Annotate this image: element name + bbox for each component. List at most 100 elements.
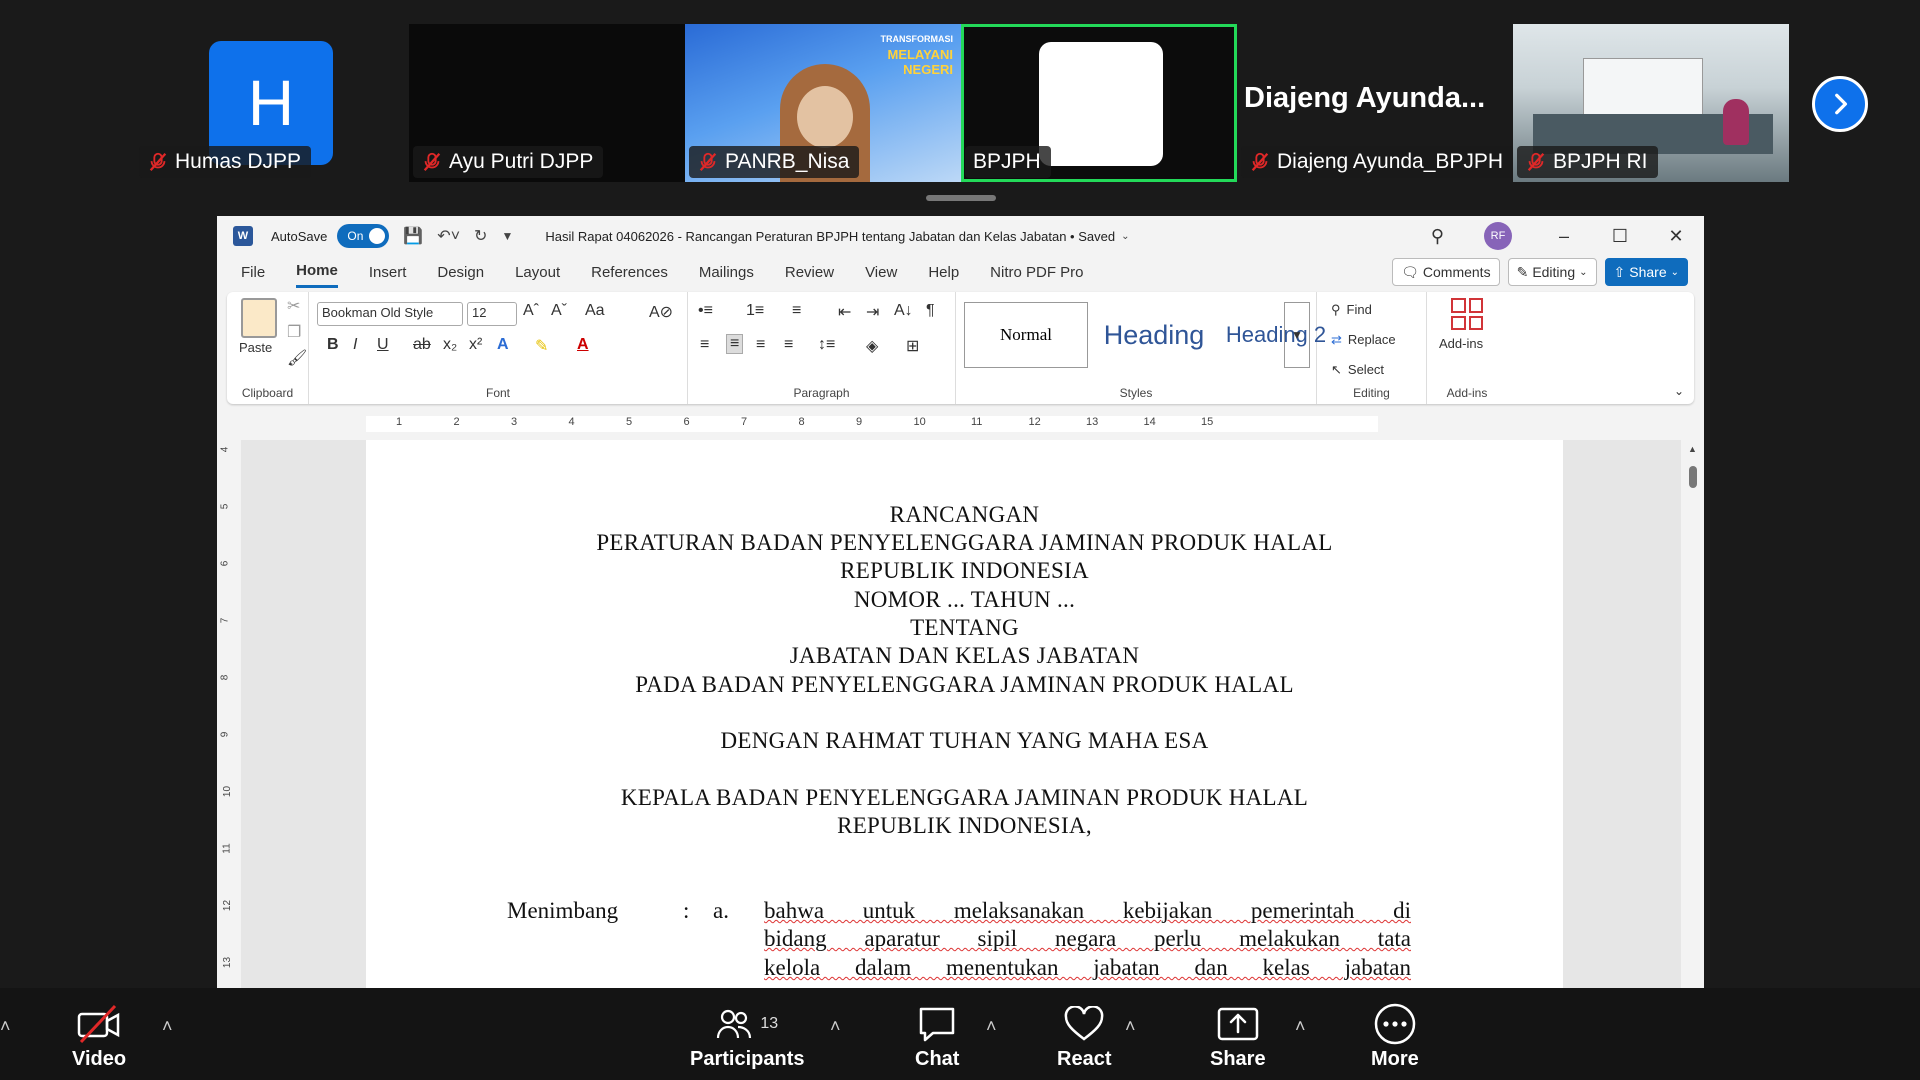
vruler-number: 6 — [219, 560, 231, 567]
save-icon[interactable]: 💾 — [403, 226, 423, 246]
participant-tile-bpjph-active-speaker[interactable]: BPJPH — [961, 24, 1237, 182]
tab-help[interactable]: Help — [928, 258, 959, 287]
numbering-icon[interactable]: 1≡ — [746, 302, 764, 320]
customize-toolbar-icon[interactable]: ▼ — [501, 229, 513, 243]
chevron-up-icon[interactable]: ˄ — [1125, 1016, 1136, 1037]
autosave-toggle[interactable]: On — [337, 224, 390, 248]
tab-mailings[interactable]: Mailings — [699, 258, 754, 287]
grow-font-icon[interactable]: Aˆ — [523, 302, 539, 320]
bold-icon[interactable]: B — [327, 336, 339, 354]
comments-button[interactable]: 🗨 Comments — [1392, 258, 1500, 286]
tab-design[interactable]: Design — [437, 258, 484, 287]
scroll-up-icon[interactable]: ▲ — [1688, 444, 1697, 454]
tab-file[interactable]: File — [241, 258, 265, 287]
change-case-icon[interactable]: Aa — [585, 302, 605, 320]
chevron-up-icon[interactable]: ˄ — [162, 1016, 173, 1037]
sort-icon[interactable]: A↓ — [894, 302, 913, 320]
show-marks-icon[interactable]: ¶ — [926, 302, 935, 320]
redo-icon[interactable]: ↻ — [474, 226, 487, 246]
text-effects-icon[interactable]: A — [497, 336, 509, 354]
chevron-up-icon[interactable]: ˄ — [986, 1016, 997, 1037]
home-ribbon: Paste ✂ ❐ 🖌 Clipboard Bookman Old Style … — [227, 292, 1694, 404]
horizontal-ruler[interactable]: 1 2 3 4 5 6 7 8 9 10 11 12 13 14 15 — [217, 412, 1704, 436]
share-button[interactable]: ⇧ Share ⌄ — [1604, 258, 1688, 286]
participant-tile-panrb[interactable]: TRANSFORMASI MELAYANI NEGERI PANRB_Nisa — [685, 24, 961, 182]
font-size-select[interactable]: 12 — [467, 302, 517, 326]
align-center-icon[interactable]: ≡ — [726, 334, 744, 354]
tab-references[interactable]: References — [591, 258, 668, 287]
chat-button[interactable]: Chat — [915, 1000, 959, 1071]
paste-button-label[interactable]: Paste — [239, 340, 272, 355]
undo-icon[interactable]: ↶˅ — [437, 226, 460, 246]
scrollbar-thumb[interactable] — [1689, 466, 1697, 488]
participants-button[interactable]: 13 Participants — [690, 1000, 804, 1071]
next-page-button[interactable] — [1812, 76, 1868, 132]
multilevel-list-icon[interactable]: ≡ — [792, 302, 801, 320]
zoom-meeting-window: H Humas DJPP Ayu Putri DJPP TRANSFORMASI… — [0, 0, 1920, 1080]
more-button[interactable]: More — [1371, 1000, 1419, 1071]
participant-tile-diajeng[interactable]: Diajeng Ayunda... Diajeng Ayunda_BPJPH — [1237, 24, 1513, 182]
maximize-icon[interactable]: ☐ — [1592, 226, 1648, 247]
highlight-icon[interactable]: ✎ — [535, 336, 548, 356]
chevron-up-icon[interactable]: ˄ — [1295, 1016, 1306, 1037]
style-normal[interactable]: Normal — [964, 302, 1088, 368]
close-icon[interactable]: ✕ — [1648, 226, 1704, 247]
font-name-select[interactable]: Bookman Old Style — [317, 302, 463, 326]
underline-icon[interactable]: U — [377, 336, 389, 354]
chevron-up-icon[interactable]: ˄ — [0, 1016, 11, 1037]
participant-tile-ayu[interactable]: Ayu Putri DJPP — [409, 24, 685, 182]
minimize-icon[interactable]: – — [1536, 226, 1592, 247]
align-right-icon[interactable]: ≡ — [756, 336, 765, 354]
gallery-resize-handle[interactable] — [926, 195, 996, 201]
italic-icon[interactable]: I — [353, 336, 357, 354]
document-page[interactable]: RANCANGAN PERATURAN BADAN PENYELENGGARA … — [366, 440, 1563, 988]
paste-icon[interactable] — [241, 298, 277, 338]
find-button[interactable]: ⚲ Find — [1331, 302, 1372, 318]
tab-review[interactable]: Review — [785, 258, 834, 287]
select-button[interactable]: ↖ Select — [1331, 362, 1384, 378]
replace-button[interactable]: ⇄ Replace — [1331, 332, 1396, 348]
tab-layout[interactable]: Layout — [515, 258, 560, 287]
addins-icon[interactable] — [1451, 298, 1483, 330]
line-spacing-icon[interactable]: ↕≡ — [818, 336, 835, 354]
shrink-font-icon[interactable]: Aˇ — [551, 302, 567, 320]
clear-formatting-icon[interactable]: A⊘ — [649, 302, 673, 322]
style-heading[interactable]: Heading — [1092, 302, 1216, 368]
video-button[interactable]: Video — [72, 1000, 126, 1071]
font-color-icon[interactable]: A — [577, 336, 589, 354]
vertical-scrollbar[interactable]: ▲ — [1681, 440, 1704, 988]
decrease-indent-icon[interactable]: ⇤ — [838, 302, 851, 322]
tab-nitro[interactable]: Nitro PDF Pro — [990, 258, 1083, 287]
user-avatar[interactable]: RF — [1484, 222, 1512, 250]
shading-icon[interactable]: ◈ — [866, 336, 878, 356]
align-left-icon[interactable]: ≡ — [700, 336, 709, 354]
editing-mode-button[interactable]: ✎ Editing ⌄ — [1507, 258, 1597, 286]
tab-home[interactable]: Home — [296, 256, 338, 288]
chevron-up-icon[interactable]: ˄ — [830, 1016, 841, 1037]
collapse-ribbon-icon[interactable]: ⌄ — [1674, 384, 1684, 398]
strikethrough-icon[interactable]: ab — [413, 336, 431, 354]
superscript-icon[interactable]: x² — [469, 336, 482, 354]
document-title[interactable]: Hasil Rapat 04062026 - Rancangan Peratur… — [545, 229, 1115, 244]
search-icon[interactable]: ⚲ — [1431, 226, 1444, 247]
addins-button-label[interactable]: Add-ins — [1439, 336, 1483, 351]
format-painter-icon[interactable]: 🖌 — [287, 348, 307, 368]
increase-indent-icon[interactable]: ⇥ — [866, 302, 879, 322]
participant-tile-bpjph-ri[interactable]: BPJPH RI — [1513, 24, 1789, 182]
subscript-icon[interactable]: x₂ — [443, 336, 457, 354]
tab-insert[interactable]: Insert — [369, 258, 407, 287]
participant-tile-humas[interactable]: H Humas DJPP — [135, 24, 335, 182]
copy-icon[interactable]: ❐ — [287, 322, 301, 342]
borders-icon[interactable]: ⊞ — [906, 336, 919, 356]
vertical-ruler[interactable]: 4 5 6 7 8 9 10 11 12 13 — [217, 440, 241, 988]
doc-line-jabatan: JABATAN DAN KELAS JABATAN — [789, 643, 1140, 668]
styles-expand-icon[interactable]: ▼ — [1284, 302, 1310, 368]
chevron-down-icon[interactable]: ⌄ — [1121, 231, 1129, 242]
share-screen-button[interactable]: Share — [1210, 1000, 1266, 1071]
addins-icon-cell — [1451, 315, 1466, 330]
react-button[interactable]: React — [1057, 1000, 1111, 1071]
justify-icon[interactable]: ≡ — [784, 336, 793, 354]
cut-icon[interactable]: ✂ — [287, 296, 300, 316]
tab-view[interactable]: View — [865, 258, 897, 287]
bullets-icon[interactable]: •≡ — [698, 302, 713, 320]
